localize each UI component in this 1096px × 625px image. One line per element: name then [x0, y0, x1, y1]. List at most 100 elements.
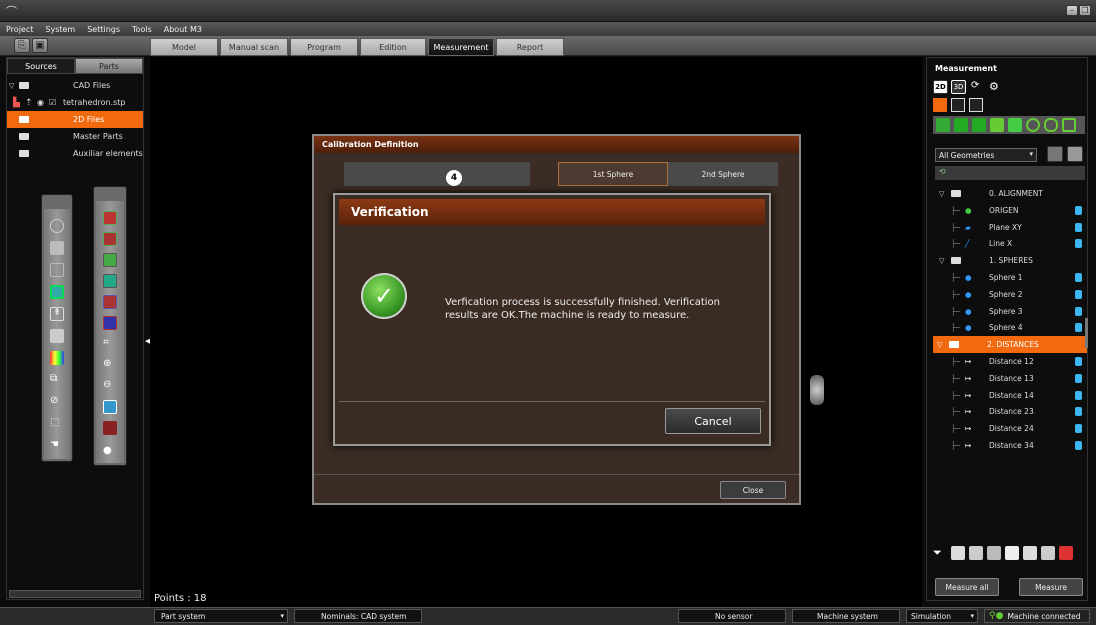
delete-icon[interactable]	[1059, 546, 1073, 560]
measure-button[interactable]: Measure	[1019, 578, 1083, 596]
color-icon-4[interactable]	[103, 274, 117, 288]
menu-system[interactable]: System	[45, 25, 75, 34]
tree-item-tetrahedron[interactable]: ▙ ⇡ ◉ ☑ tetrahedron.stp	[7, 94, 143, 111]
shield-icon[interactable]	[103, 421, 117, 435]
rectangle-geometry-icon[interactable]	[1062, 118, 1076, 132]
tab-measurement[interactable]: Measurement	[428, 38, 494, 56]
tree-item-distance-23[interactable]: ├─ ↦ Distance 23	[935, 403, 1087, 420]
feature-icon-orange[interactable]	[933, 98, 947, 112]
tree-item-line-x[interactable]: ├─ ╱ Line X	[935, 235, 1087, 252]
tab-model[interactable]: Model	[150, 38, 218, 56]
screenshot-icon[interactable]	[103, 400, 117, 414]
measure-all-button[interactable]: Measure all	[935, 578, 999, 596]
tree-item-sphere-2[interactable]: ├─ ● Sphere 2	[935, 286, 1087, 303]
tree-scrollbar[interactable]	[1085, 318, 1088, 348]
select-icon[interactable]: ⬚	[50, 417, 64, 431]
export-icon[interactable]	[1023, 546, 1037, 560]
tree-item-cad-files[interactable]: ▽ CAD Files	[7, 77, 143, 94]
calculator-icon[interactable]	[951, 546, 965, 560]
probe-icon[interactable]: ☚	[50, 439, 64, 453]
tab-2nd-sphere[interactable]: 2nd Sphere	[668, 162, 778, 186]
menu-project[interactable]: Project	[6, 25, 33, 34]
left-scrollbar[interactable]	[9, 590, 141, 598]
feature-icon-3[interactable]	[969, 98, 983, 112]
new-project-icon[interactable]: ⎘	[14, 38, 30, 53]
tree-item-origen[interactable]: ├─ ● ORIGEN	[935, 202, 1087, 219]
filter-icon[interactable]: ⏷	[933, 546, 947, 560]
tab-manual-scan[interactable]: Manual scan	[220, 38, 288, 56]
restore-button[interactable]: ❐	[1079, 5, 1091, 16]
checkbox-icon[interactable]: ☑	[49, 98, 56, 107]
tree-item-auxiliar[interactable]: Auxiliar elements	[7, 145, 143, 162]
geometry-filter-select[interactable]: All Geometries ▾	[935, 148, 1037, 162]
tree-item-distance-13[interactable]: ├─ ↦ Distance 13	[935, 370, 1087, 387]
settings-gear-icon[interactable]: ⚙	[989, 80, 999, 93]
light-icon[interactable]: ●	[103, 445, 117, 459]
tab-1st-sphere[interactable]: 1st Sphere	[558, 162, 668, 186]
color-icon-5[interactable]	[103, 295, 117, 309]
plane-geometry-icon[interactable]	[1008, 118, 1022, 132]
feature-icon-2[interactable]	[951, 98, 965, 112]
tree-item-distance-24[interactable]: ├─ ↦ Distance 24	[935, 420, 1087, 437]
screen-icon[interactable]	[50, 329, 64, 343]
points-geometry-icon[interactable]	[954, 118, 968, 132]
zoom-out-icon[interactable]: ⊖	[103, 379, 117, 393]
zoom-fit-icon[interactable]: ⇞	[50, 307, 64, 321]
tab-program[interactable]: Program	[290, 38, 358, 56]
minimize-list-icon[interactable]	[1041, 546, 1055, 560]
tree-item-1-spheres[interactable]: ▽ 1. SPHERES	[935, 252, 1087, 269]
slot-geometry-icon[interactable]	[1044, 118, 1058, 132]
tree-item-distance-12[interactable]: ├─ ↦ Distance 12	[935, 353, 1087, 370]
mode-3d-button[interactable]: 3D	[951, 80, 966, 94]
tab-parts[interactable]: Parts	[75, 58, 143, 74]
color-icon-6[interactable]	[103, 316, 117, 330]
tree-item-plane-xy[interactable]: ├─ ▰ Plane XY	[935, 219, 1087, 236]
tree-item-distance-14[interactable]: ├─ ↦ Distance 14	[935, 387, 1087, 404]
part-system-select[interactable]: Part system ▾	[154, 609, 288, 623]
expand-arrow-icon[interactable]: ▽	[937, 341, 942, 349]
expand-arrow-icon[interactable]: ▽	[939, 190, 944, 198]
fit-icon[interactable]: ⌗	[103, 337, 117, 351]
tree-item-sphere-1[interactable]: ├─ ● Sphere 1	[935, 269, 1087, 286]
document-icon[interactable]	[1005, 546, 1019, 560]
transform-icon[interactable]: ⟳	[971, 80, 979, 91]
plane-view-icon[interactable]	[50, 263, 64, 277]
point-geometry-icon[interactable]	[936, 118, 950, 132]
upload-icon[interactable]: ⇡	[25, 98, 33, 108]
rotate-view-icon[interactable]	[50, 219, 64, 233]
tree-item-sphere-4[interactable]: ├─ ● Sphere 4	[935, 319, 1087, 336]
menu-tools[interactable]: Tools	[132, 25, 152, 34]
minimize-button[interactable]: –	[1066, 5, 1078, 16]
color-icon-2[interactable]	[103, 232, 117, 246]
tree-item-2d-files[interactable]: 2D Files	[7, 111, 143, 128]
tree-item-master-parts[interactable]: Master Parts	[7, 128, 143, 145]
visibility-icon[interactable]: ◉	[37, 98, 44, 107]
copy-icon[interactable]: ⧉	[50, 373, 64, 387]
menu-settings[interactable]: Settings	[87, 25, 120, 34]
expand-arrow-icon[interactable]: ▽	[939, 257, 944, 265]
menu-about[interactable]: About M3	[164, 25, 202, 34]
tree-item-0-alignment[interactable]: ▽ 0. ALIGNMENT	[935, 185, 1087, 202]
tree-item-sphere-3[interactable]: ├─ ● Sphere 3	[935, 303, 1087, 320]
color-icon-1[interactable]	[103, 211, 117, 225]
line-geometry-icon[interactable]	[990, 118, 1004, 132]
tab-edition[interactable]: Edition	[360, 38, 426, 56]
close-button[interactable]: Close	[720, 481, 786, 499]
color-icon-3[interactable]	[103, 253, 117, 267]
mode-2d-button[interactable]: 2D	[933, 80, 948, 94]
list-view-button[interactable]	[1047, 146, 1063, 162]
chart-icon[interactable]	[987, 546, 1001, 560]
frame-view-icon[interactable]	[50, 285, 64, 299]
cancel-button[interactable]: Cancel	[665, 408, 761, 434]
mode-select[interactable]: Simulation ▾	[906, 609, 978, 623]
tree-item-distance-34[interactable]: ├─ ↦ Distance 34	[935, 437, 1087, 454]
tree-item-2-distances[interactable]: ▽ 2. DISTANCES	[933, 336, 1087, 354]
tab-report[interactable]: Report	[496, 38, 564, 56]
hide-icon[interactable]: ⊘	[50, 395, 64, 409]
refresh-icon[interactable]: ⟲	[939, 167, 946, 176]
color-map-icon[interactable]	[50, 351, 64, 365]
expand-arrow-icon[interactable]: ▽	[9, 82, 14, 90]
zoom-in-icon[interactable]: ⊕	[103, 358, 117, 372]
cube-view-icon[interactable]	[50, 241, 64, 255]
grid-view-button[interactable]	[1067, 146, 1083, 162]
